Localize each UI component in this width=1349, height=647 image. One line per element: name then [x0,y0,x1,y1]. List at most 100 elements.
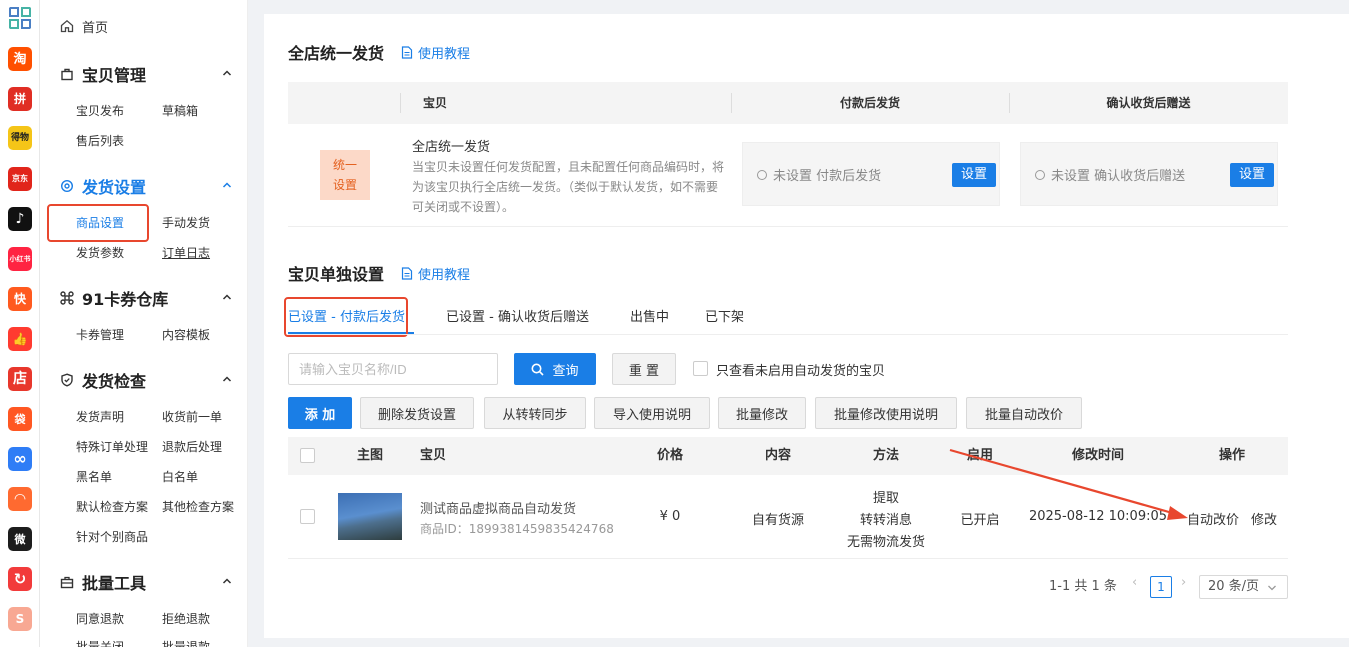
tab-set-confirm-gift[interactable]: 已设置 - 确认收货后赠送 [446,306,589,325]
section-title: 91卡券仓库 [82,290,169,309]
sidebar-item-special-orders[interactable]: 特殊订单处理 [76,438,148,455]
batch-auto-price-button[interactable]: 批量自动改价 [966,397,1082,429]
batch-edit-guide-button[interactable]: 批量修改使用说明 [815,397,957,429]
app-rail: 淘 拼 得物 京东 ♪ 小红书 快 👍 店 袋 ∞ ◠ 微 ↻ S [0,0,40,647]
badge-line-1: 统一 [332,158,357,172]
section-shipping-check[interactable]: 发货检查 [60,368,232,392]
sidebar-item-order-log[interactable]: 订单日志 [162,244,210,261]
kuaishou-app-icon[interactable]: 快 [8,287,32,311]
product-id: 商品ID：1899381459835424768 [420,522,614,536]
pay-ship-set-button[interactable]: 设置 [952,163,996,187]
sidebar-item-batch-close[interactable]: 批量关闭 [76,638,124,647]
query-button[interactable]: 查询 [514,353,596,385]
sidebar-item-manual-ship[interactable]: 手动发货 [162,214,210,231]
tutorial-label: 使用教程 [418,268,471,283]
brand-grid-logo[interactable] [8,6,32,30]
jd-app-icon[interactable]: 京东 [8,167,32,191]
tab-on-sale[interactable]: 出售中 [630,306,669,325]
annotation-highlight-box [284,297,408,337]
import-guide-button[interactable]: 导入使用说明 [594,397,710,429]
store-unified-tutorial-link[interactable]: 使用教程 [401,43,470,62]
document-icon [401,46,413,59]
pinduoduo-app-icon[interactable]: 拼 [8,87,32,111]
store-unified-title: 全店统一发货 [288,44,385,63]
gear-icon [60,179,74,193]
batch-edit-button[interactable]: 批量修改 [718,397,806,429]
pagination-summary: 1-1 共 1 条 [1049,579,1117,594]
sidebar-item-coupon-manage[interactable]: 卡券管理 [76,326,124,343]
sidebar-item-ship-statement[interactable]: 发货声明 [76,408,124,425]
sidebar-item-other-check[interactable]: 其他检查方案 [162,498,234,515]
sidebar-item-aftersale[interactable]: 售后列表 [76,132,124,149]
taobao-app-icon[interactable]: 淘 [8,47,32,71]
sidebar-item-whitelist[interactable]: 白名单 [162,468,198,485]
sidebar-item-home[interactable]: 首页 [60,16,108,36]
page-number[interactable]: 1 [1150,576,1172,598]
thumbs-app-icon[interactable]: 👍 [8,327,32,351]
douyin-app-icon[interactable]: ♪ [8,207,32,231]
sidebar-item-default-check[interactable]: 默认检查方案 [76,498,148,515]
unified-setting-badge: 统一 设置 [320,150,370,200]
dewu-app-icon[interactable]: 得物 [8,126,32,150]
shield-icon [60,373,74,387]
pay-ship-radio[interactable]: 未设置 付款后发货 [757,165,881,184]
col-price: 价格 [656,448,683,463]
mascot-app-icon[interactable]: ◠ [8,487,32,511]
sidebar-item-publish[interactable]: 宝贝发布 [76,102,124,119]
add-button[interactable]: 添 加 [288,397,352,429]
sidebar-item-reject-refund[interactable]: 拒绝退款 [162,610,210,627]
section-shipping-settings[interactable]: 发货设置 [60,174,232,198]
badge-line-2: 设置 [332,178,357,192]
only-unenabled-label: 只查看未启用自动发货的宝贝 [716,364,886,379]
sidebar-item-content-template[interactable]: 内容模板 [162,326,210,343]
confirm-gift-radio[interactable]: 未设置 确认收货后赠送 [1035,165,1185,184]
sidebar-item-specific-products[interactable]: 针对个别商品 [76,528,148,545]
sidebar-item-blacklist[interactable]: 黑名单 [76,468,112,485]
only-unenabled-checkbox[interactable] [693,361,708,376]
sidebar-item-drafts[interactable]: 草稿箱 [162,102,198,119]
single-item-tutorial-link[interactable]: 使用教程 [401,264,470,283]
sidebar-item-refund-handle[interactable]: 退款后处理 [162,438,222,455]
xiaohongshu-app-icon[interactable]: 小红书 [8,247,32,271]
shopping-bag-app-icon[interactable]: 袋 [8,407,32,431]
page-size-select[interactable]: 20 条/页 [1199,575,1288,599]
section-divider [288,226,1288,227]
reset-button[interactable]: 重 置 [612,353,676,385]
product-name[interactable]: 测试商品虚拟商品自动发货 [420,498,576,517]
refresh-app-icon[interactable]: ↻ [8,567,32,591]
section-coupon-warehouse[interactable]: 91卡券仓库 [60,286,232,310]
method-extract: 提取 [872,491,899,506]
command-icon [60,291,74,305]
shopee-app-icon[interactable]: S [8,607,32,631]
sidebar-item-pre-receipt[interactable]: 收货前一单 [162,408,222,425]
next-page-icon[interactable]: › [1181,575,1186,590]
home-label: 首页 [82,20,109,36]
tabs-divider [288,334,1288,335]
confirm-gift-set-button[interactable]: 设置 [1230,163,1274,187]
row-checkbox[interactable] [300,509,315,524]
prev-page-icon[interactable]: ‹ [1132,575,1137,590]
main-content-card: 全店统一发货 使用教程 宝贝 付款后发货 确认收货后赠送 统一 设置 全店统一发… [264,14,1349,638]
store-unified-table-header: 宝贝 付款后发货 确认收货后赠送 [288,82,1288,124]
section-batch-tools[interactable]: 批量工具 [60,570,232,594]
tab-off-shelf[interactable]: 已下架 [705,306,744,325]
document-icon [401,267,413,280]
section-title: 宝贝管理 [82,66,147,85]
edit-link[interactable]: 修改 [1247,509,1281,528]
sync-from-zhuanzhuan-button[interactable]: 从转转同步 [484,397,586,429]
col-method: 方法 [872,448,899,463]
sidebar-item-batch-refund[interactable]: 批量退款 [162,638,210,647]
product-price: ¥ 0 [659,509,681,524]
section-item-management[interactable]: 宝贝管理 [60,62,232,86]
product-search-input[interactable] [288,353,498,385]
radio-circle-icon [1035,169,1045,180]
chevron-up-icon [222,182,232,188]
weimob-app-icon[interactable]: 微 [8,527,32,551]
delete-ship-settings-button[interactable]: 删除发货设置 [360,397,474,429]
sidebar-item-approve-refund[interactable]: 同意退款 [76,610,124,627]
sidebar-nav: 首页 宝贝管理 宝贝发布 草稿箱 售后列表 发货设置 商品设置 手动发货 发货参… [40,0,248,647]
sidebar-item-ship-params[interactable]: 发货参数 [76,244,124,261]
link-app-icon[interactable]: ∞ [8,447,32,471]
select-all-checkbox[interactable] [300,448,315,463]
store-app-icon[interactable]: 店 [8,367,32,391]
